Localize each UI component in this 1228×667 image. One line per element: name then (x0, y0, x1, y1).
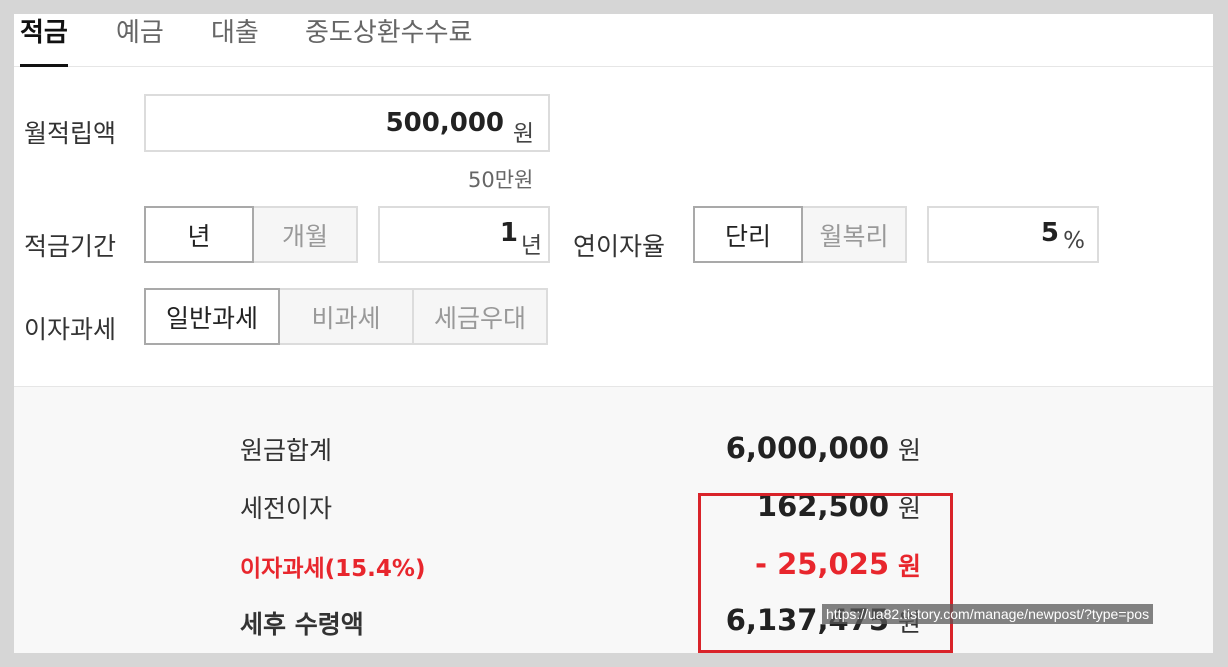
calculator-panel: 적금 예금 대출 중도상환수수료 월적립액 500,000 원 50만원 적금기… (14, 14, 1213, 653)
tax-general-toggle[interactable]: 일반과세 (144, 288, 280, 345)
principal-total-label: 원금합계 (240, 436, 333, 465)
net-amount-label: 세후 수령액 (240, 610, 364, 639)
period-year-toggle[interactable]: 년 (144, 206, 254, 263)
tax-type-label: 이자과세 (24, 315, 117, 344)
rate-label: 연이자율 (573, 232, 666, 261)
tax-preferential-toggle[interactable]: 세금우대 (412, 288, 548, 345)
period-label: 적금기간 (24, 232, 117, 261)
principal-total-unit: 원 (898, 436, 922, 465)
period-month-toggle[interactable]: 개월 (252, 206, 358, 263)
highlight-annotation-box (698, 493, 953, 653)
tab-bar: 적금 예금 대출 중도상환수수료 (14, 14, 1213, 67)
tax-exempt-toggle[interactable]: 비과세 (278, 288, 414, 345)
tab-prepayment-fee[interactable]: 중도상환수수료 (305, 16, 472, 64)
tab-deposit[interactable]: 예금 (116, 16, 164, 64)
period-value: 1 (499, 218, 518, 248)
url-watermark: https://ua82.tistory.com/manage/newpost/… (822, 604, 1154, 624)
tab-loan[interactable]: 대출 (211, 16, 259, 64)
rate-unit: % (1063, 228, 1085, 254)
rate-simple-toggle[interactable]: 단리 (693, 206, 803, 263)
rate-compound-toggle[interactable]: 월복리 (801, 206, 907, 263)
interest-tax-label: 이자과세(15.4%) (240, 556, 426, 582)
rate-input[interactable]: 5 % (927, 206, 1099, 263)
tab-savings[interactable]: 적금 (20, 16, 68, 67)
period-unit: 년 (520, 233, 542, 259)
monthly-amount-hint: 50만원 (468, 168, 534, 192)
pretax-interest-label: 세전이자 (240, 494, 333, 523)
rate-value: 5 (1040, 218, 1059, 248)
monthly-amount-value: 500,000 (385, 108, 504, 138)
monthly-amount-input[interactable]: 500,000 원 (144, 94, 550, 152)
period-input[interactable]: 1 년 (378, 206, 550, 263)
monthly-amount-label: 월적립액 (24, 119, 117, 148)
monthly-amount-unit: 원 (512, 121, 534, 147)
principal-total-value: 6,000,000 (725, 431, 889, 465)
